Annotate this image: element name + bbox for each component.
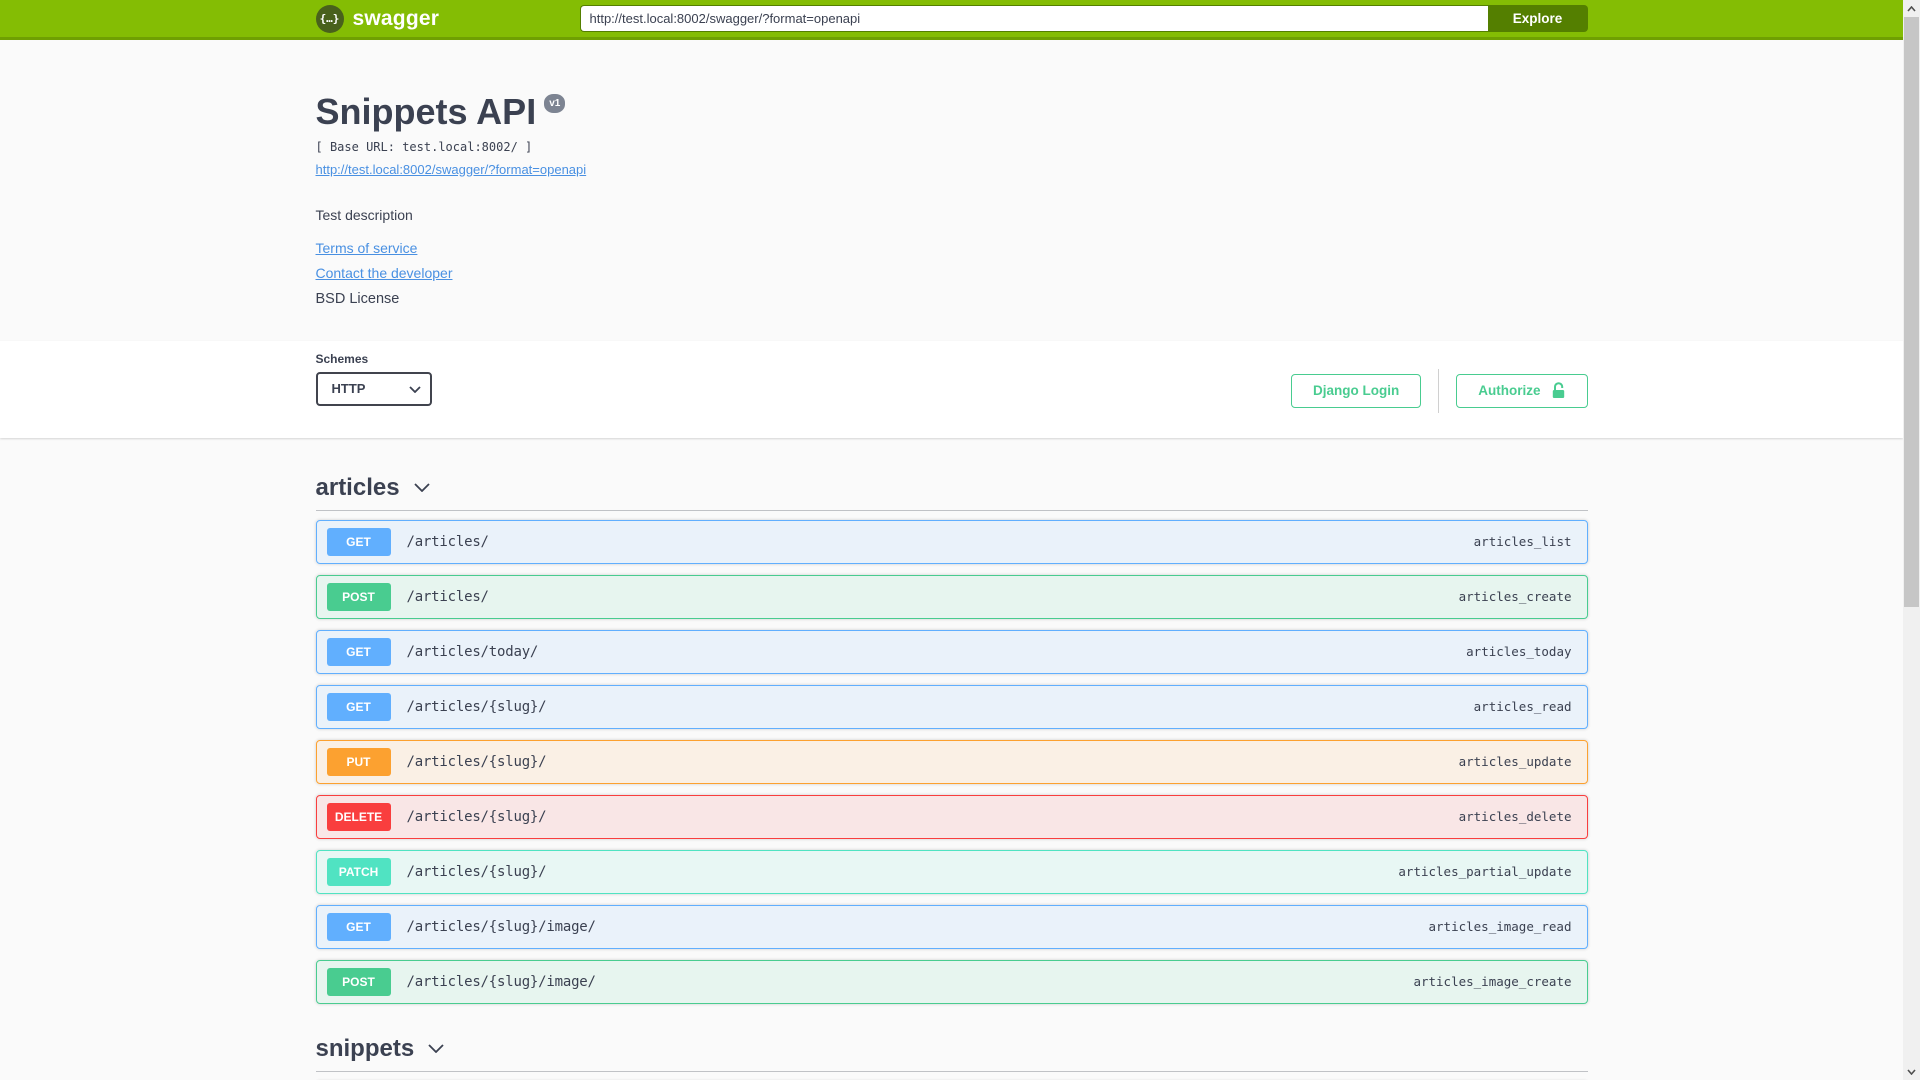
swagger-logo-icon: {…}: [315, 4, 344, 33]
operation-path: /articles/{slug}/: [406, 753, 547, 770]
operation-path: /articles/{slug}/image/: [406, 973, 596, 990]
tag-title: articles: [315, 473, 400, 501]
operation-row[interactable]: GET /articles/{slug}/ articles_read: [315, 684, 1588, 729]
license-text: BSD License: [315, 290, 400, 307]
operation-id: articles_update: [1458, 754, 1572, 770]
scroll-up-arrow-icon[interactable]: [1903, 0, 1920, 17]
method-badge: POST: [326, 967, 391, 996]
operation-id: articles_today: [1466, 644, 1572, 660]
operation-path: /articles/: [406, 533, 489, 550]
operation-row[interactable]: GET /articles/today/ articles_today: [315, 629, 1588, 674]
django-login-label: Django Login: [1313, 383, 1400, 399]
unlocked-padlock-icon: [1552, 382, 1564, 399]
operation-row[interactable]: PATCH /articles/{slug}/ articles_partial…: [315, 849, 1588, 894]
scheme-container: Schemes HTTP Django Login Authorize: [0, 340, 1903, 438]
button-separator: [1438, 368, 1440, 413]
spec-url-input[interactable]: [579, 5, 1488, 32]
operation-row[interactable]: POST /articles/{slug}/image/ articles_im…: [315, 959, 1588, 1004]
tag-section: snippets GET /snippets/ snippets_list: [315, 1029, 1588, 1080]
operation-id: articles_delete: [1458, 809, 1572, 825]
operation-path: /articles/: [406, 588, 489, 605]
schemes-label: Schemes: [315, 351, 369, 366]
tag-header[interactable]: articles: [316, 468, 1588, 508]
operation-path: /articles/{slug}/image/: [406, 918, 596, 935]
swagger-ui-page: {…} swagger Explore Snippets API v1 [ Ba…: [0, 0, 1903, 1080]
info-section: Snippets API v1 [ Base URL: test.local:8…: [316, 40, 1588, 341]
topbar: {…} swagger Explore: [0, 0, 1903, 40]
authorize-button[interactable]: Authorize: [1456, 373, 1588, 408]
scrollbar-thumb[interactable]: [1904, 17, 1919, 607]
chevron-down-icon: [428, 1044, 444, 1054]
operation-row[interactable]: GET /articles/ articles_list: [315, 519, 1588, 564]
operation-id: articles_partial_update: [1398, 864, 1572, 880]
method-badge: GET: [326, 527, 391, 556]
operation-row[interactable]: PUT /articles/{slug}/ articles_update: [315, 739, 1588, 784]
operation-path: /articles/{slug}/: [406, 863, 547, 880]
operation-row[interactable]: POST /articles/ articles_create: [315, 574, 1588, 619]
scroll-down-arrow-icon[interactable]: [1903, 1063, 1920, 1080]
contact-developer-link[interactable]: Contact the developer: [316, 265, 453, 281]
operation-path: /articles/{slug}/: [406, 808, 547, 825]
api-description: Test description: [315, 206, 413, 223]
authorize-label: Authorize: [1478, 383, 1541, 399]
method-badge: DELETE: [326, 802, 391, 831]
operation-id: articles_create: [1458, 589, 1572, 605]
operations-area: articles GET /articles/ articles_list PO…: [315, 438, 1588, 1080]
operation-path: /articles/today/: [406, 643, 539, 660]
method-badge: PATCH: [326, 857, 391, 886]
tag-title: snippets: [315, 1034, 415, 1062]
operation-id: articles_read: [1473, 699, 1572, 715]
schemes-select[interactable]: HTTP: [315, 371, 432, 406]
tag-header[interactable]: snippets: [316, 1029, 1588, 1069]
spec-link[interactable]: http://test.local:8002/swagger/?format=o…: [316, 162, 587, 177]
method-badge: GET: [326, 637, 391, 666]
chevron-down-icon: [413, 483, 430, 493]
terms-of-service-link[interactable]: Terms of service: [316, 240, 418, 256]
vertical-scrollbar[interactable]: [1903, 0, 1920, 1080]
django-login-button[interactable]: Django Login: [1291, 373, 1422, 408]
operation-row[interactable]: DELETE /articles/{slug}/ articles_delete: [315, 794, 1588, 839]
operation-row[interactable]: GET /articles/{slug}/image/ articles_ima…: [315, 904, 1588, 949]
explore-button[interactable]: Explore: [1487, 5, 1588, 32]
operation-path: /articles/{slug}/: [406, 698, 547, 715]
tag-section: articles GET /articles/ articles_list PO…: [315, 468, 1588, 1029]
method-badge: POST: [326, 582, 391, 611]
method-badge: GET: [326, 912, 391, 941]
version-badge: v1: [544, 94, 566, 113]
method-badge: GET: [326, 692, 391, 721]
brand-name: swagger: [352, 6, 440, 30]
method-badge: PUT: [326, 747, 391, 776]
swagger-brand-link[interactable]: {…} swagger: [315, 4, 580, 33]
base-url: [ Base URL: test.local:8002/ ]: [315, 139, 533, 154]
page-title: Snippets API: [315, 91, 537, 132]
operation-id: articles_image_create: [1413, 974, 1572, 990]
operation-id: articles_list: [1473, 534, 1572, 550]
operation-id: articles_image_read: [1428, 919, 1572, 935]
